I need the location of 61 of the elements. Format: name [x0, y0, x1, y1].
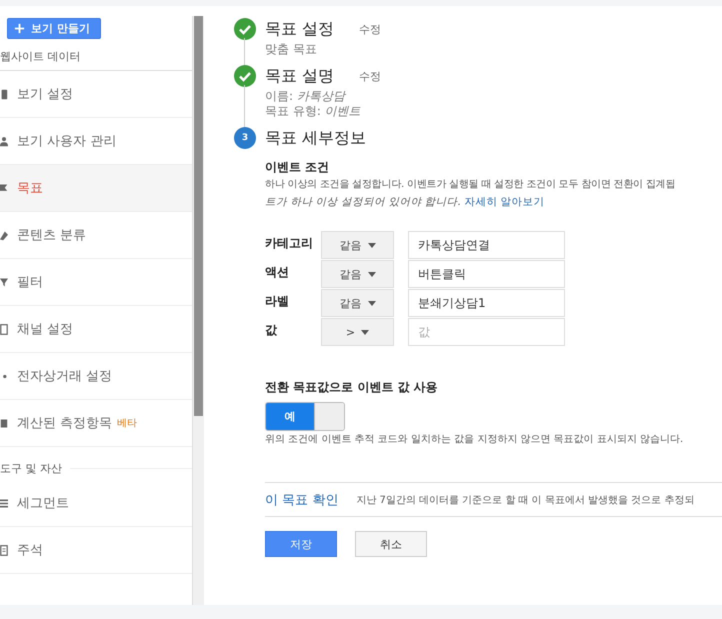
check-icon [234, 18, 256, 40]
sidebar-item-label[interactable]: 보기 설정 [17, 85, 74, 103]
cancel-button[interactable]: 취소 [355, 531, 427, 557]
edit-link[interactable]: 수정 [359, 22, 382, 36]
step-summary: 이름: 카톡상담 [264, 89, 348, 104]
operator-dropdown[interactable]: > [321, 318, 394, 346]
value-field[interactable]: 값 [408, 318, 565, 346]
caret-icon [368, 272, 376, 276]
caret-icon [368, 300, 376, 306]
caret-icon [361, 330, 370, 334]
check-icon [234, 65, 256, 87]
sidebar-item-label[interactable]: 목표 [17, 179, 43, 197]
plus-icon [14, 23, 25, 34]
create-view-button[interactable]: 보기 만들기 [7, 18, 101, 39]
condition-label: 값 [265, 322, 278, 339]
person-icon [0, 134, 8, 148]
sidebar-item[interactable]: 목표 [0, 165, 192, 212]
section-heading: 이벤트 조건 [265, 159, 330, 176]
sidebar-item-label[interactable]: 채널 설정 [17, 320, 74, 338]
section-heading: 전환 목표값으로 이벤트 값 사용 [265, 379, 439, 396]
operator-dropdown[interactable]: 같음 [321, 289, 394, 317]
step-title: 목표 설명 [265, 66, 334, 86]
operator-dropdown[interactable]: 같음 [321, 260, 394, 288]
tag-icon [0, 228, 8, 242]
box-icon [0, 322, 8, 336]
sidebar-item-label[interactable]: 전자상거래 설정 [17, 367, 112, 385]
step-summary: 맞춤 목표 [264, 42, 318, 57]
condition-label: 액션 [265, 264, 290, 281]
toggle-switch[interactable]: 예 [265, 402, 345, 431]
step-number: 3 [234, 127, 256, 149]
scrollbar-thumb[interactable] [194, 16, 203, 416]
lines-icon [0, 496, 8, 510]
verify-description: 지난 7일간의 데이터를 기준으로 할 때 이 목표에서 발생했을 것으로 추정되 [356, 494, 694, 506]
beta-label: 베타 [117, 417, 138, 430]
filter-icon [0, 276, 8, 288]
sidebar-item-label[interactable]: 콘텐츠 분류 [17, 226, 86, 244]
step-title: 목표 세부정보 [265, 128, 366, 148]
value-field[interactable]: 분쇄기상담1 [408, 289, 565, 317]
value-field[interactable]: 버튼클릭 [408, 260, 565, 288]
help-text: 위의 조건에 이벤트 추적 코드와 일치하는 값을 지정하지 않으면 목표값이 표시되지 않습니다. [265, 433, 684, 446]
sidebar-item-label[interactable]: 세그먼트 [17, 494, 69, 512]
note-icon [0, 544, 8, 556]
description-text: 하나 이상의 조건을 설정합니다. 이벤트가 실행될 때 설정한 조건이 모두 참이면 전환이 집계됩 [265, 178, 676, 191]
sidebar-item-label[interactable]: 필터 [17, 273, 43, 291]
step-title: 목표 설정 [265, 18, 334, 40]
sidebar-item-label[interactable]: 계산된 측정항목 [17, 414, 112, 432]
condition-label: 라벨 [265, 293, 290, 310]
step-summary: 목표 유형: 이벤트 [264, 104, 362, 119]
sidebar-item-label[interactable]: 주석 [17, 541, 43, 559]
save-button[interactable]: 저장 [265, 531, 337, 557]
section-title: 도구 및 자산 [0, 461, 62, 476]
verify-goal-link[interactable]: 이 목표 확인 [265, 490, 338, 508]
description-text: 트가 하나 이상 설정되어 있어야 합니다. 자세히 알아보기 [265, 195, 546, 209]
condition-label: 카테고리 [265, 235, 314, 252]
value-field[interactable]: 카톡상담연결 [408, 231, 565, 259]
sidebar-item-label[interactable]: 보기 사용자 관리 [17, 132, 116, 150]
caret-icon [368, 242, 376, 248]
document-icon [0, 88, 8, 100]
operator-dropdown[interactable]: 같음 [321, 231, 394, 259]
learn-more-link[interactable]: 자세히 알아보기 [464, 196, 545, 208]
edit-link[interactable]: 수정 [359, 68, 382, 84]
